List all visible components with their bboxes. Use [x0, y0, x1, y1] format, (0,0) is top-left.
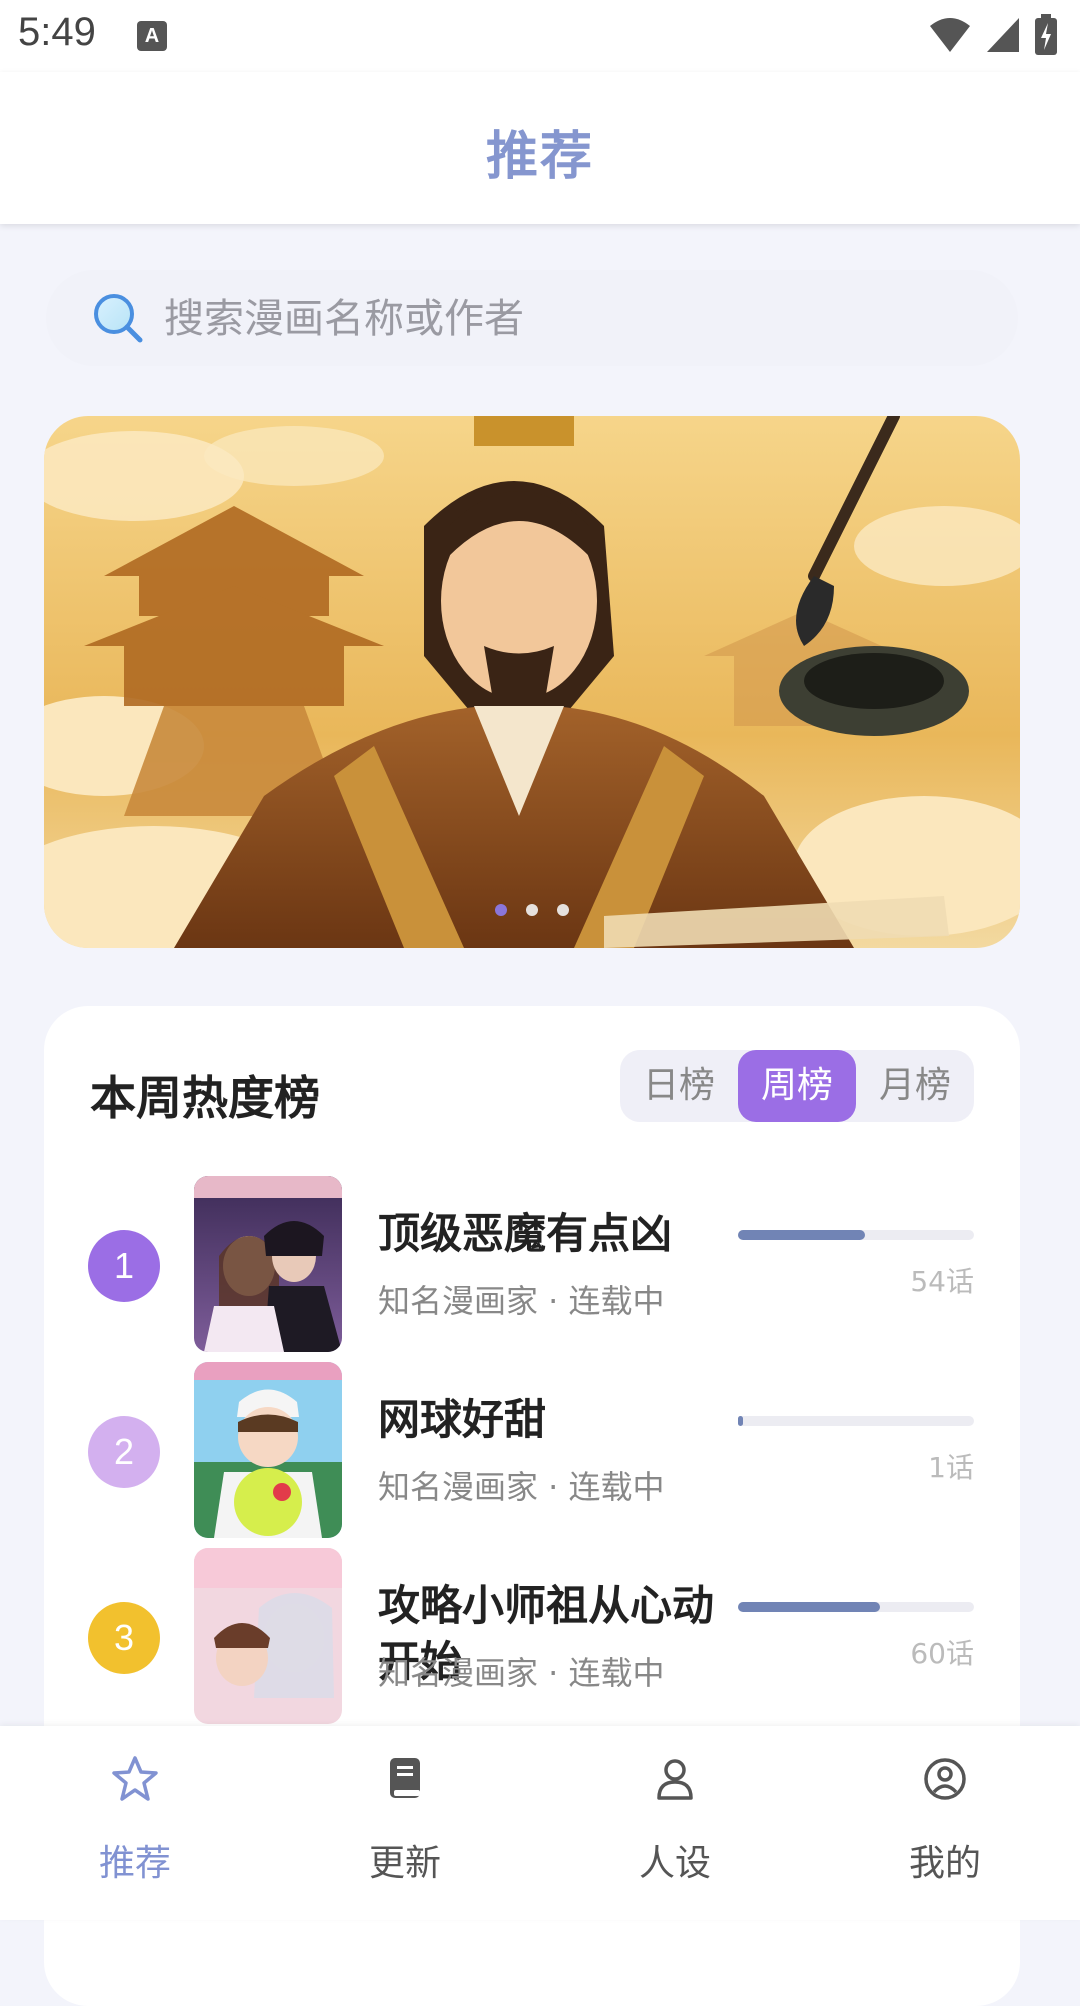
nav-label: 人设 [638, 1843, 711, 1884]
episode-count: 1话 [928, 1451, 974, 1484]
nav-recommend[interactable]: 推荐 [0, 1726, 270, 1920]
episode-count: 54话 [910, 1265, 974, 1298]
popularity-bar [738, 1416, 974, 1426]
nav-label: 更新 [368, 1843, 441, 1884]
comic-title: 网球好甜 [378, 1395, 547, 1444]
rank-badge: 1 [88, 1230, 160, 1302]
star-icon [112, 1756, 158, 1801]
search-bar[interactable] [46, 270, 1018, 368]
nav-label: 推荐 [98, 1843, 171, 1884]
person-icon [657, 1759, 693, 1800]
popularity-bar-fill [738, 1230, 866, 1240]
nav-updates[interactable]: 更新 [270, 1726, 540, 1920]
banner-image [44, 416, 1020, 948]
comic-subtitle: 知名漫画家 · 连载中 [378, 1654, 665, 1692]
search-input[interactable] [162, 270, 986, 368]
book-icon [390, 1758, 420, 1798]
nav-label: 我的 [908, 1843, 981, 1884]
search-icon [94, 294, 143, 343]
comic-title: 顶级恶魔有点凶 [378, 1209, 673, 1258]
popularity-bar-fill [738, 1416, 743, 1426]
carousel-dot[interactable] [557, 904, 570, 916]
ranking-period-tabs: 日榜 周榜 月榜 [620, 1050, 974, 1122]
profile-circle-icon [924, 1758, 966, 1800]
signal-icon [986, 18, 1019, 52]
carousel-dot[interactable] [526, 904, 538, 916]
ranking-row-3[interactable]: 3 攻略小师祖从心动开始 知名漫画家 · 连载中 60话 [44, 1548, 1020, 1724]
popularity-bar [738, 1602, 974, 1612]
wifi-icon [929, 18, 970, 52]
rank-badge: 2 [88, 1416, 160, 1488]
bottom-navigation: 推荐 更新 人设 我的 [0, 1726, 1080, 1920]
comic-subtitle: 知名漫画家 · 连载中 [378, 1468, 665, 1506]
tab-monthly[interactable]: 月榜 [856, 1050, 974, 1122]
a-letter-icon: A [137, 21, 167, 51]
comic-cover [194, 1548, 342, 1724]
app-header: 推荐 [0, 72, 1080, 224]
nav-characters[interactable]: 人设 [540, 1726, 810, 1920]
tab-daily[interactable]: 日榜 [620, 1050, 738, 1122]
ranking-title: 本周热度榜 [90, 1071, 320, 1125]
banner-carousel[interactable] [44, 416, 1020, 948]
comic-cover [194, 1362, 342, 1538]
status-icons [920, 14, 1058, 56]
page-title: 推荐 [485, 127, 594, 187]
ranking-row-1[interactable]: 1 顶级恶魔有点凶 知名漫画家 · 连载中 54话 [44, 1176, 1020, 1352]
carousel-dot[interactable] [494, 904, 507, 916]
comic-subtitle: 知名漫画家 · 连载中 [378, 1282, 665, 1320]
episode-count: 60话 [910, 1637, 974, 1670]
tab-weekly[interactable]: 周榜 [738, 1050, 856, 1122]
status-bar: 5:49 A [0, 0, 1080, 72]
carousel-indicator [44, 901, 1020, 920]
nav-profile[interactable]: 我的 [810, 1726, 1080, 1920]
popularity-bar-fill [738, 1602, 880, 1612]
status-time: 5:49 [18, 10, 96, 54]
ranking-row-2[interactable]: 2 网球好甜 知名漫画家 · 连载中 1话 [44, 1362, 1020, 1538]
battery-icon [1035, 14, 1057, 55]
comic-cover [194, 1176, 342, 1352]
popularity-bar [738, 1230, 974, 1240]
rank-badge: 3 [88, 1602, 160, 1674]
